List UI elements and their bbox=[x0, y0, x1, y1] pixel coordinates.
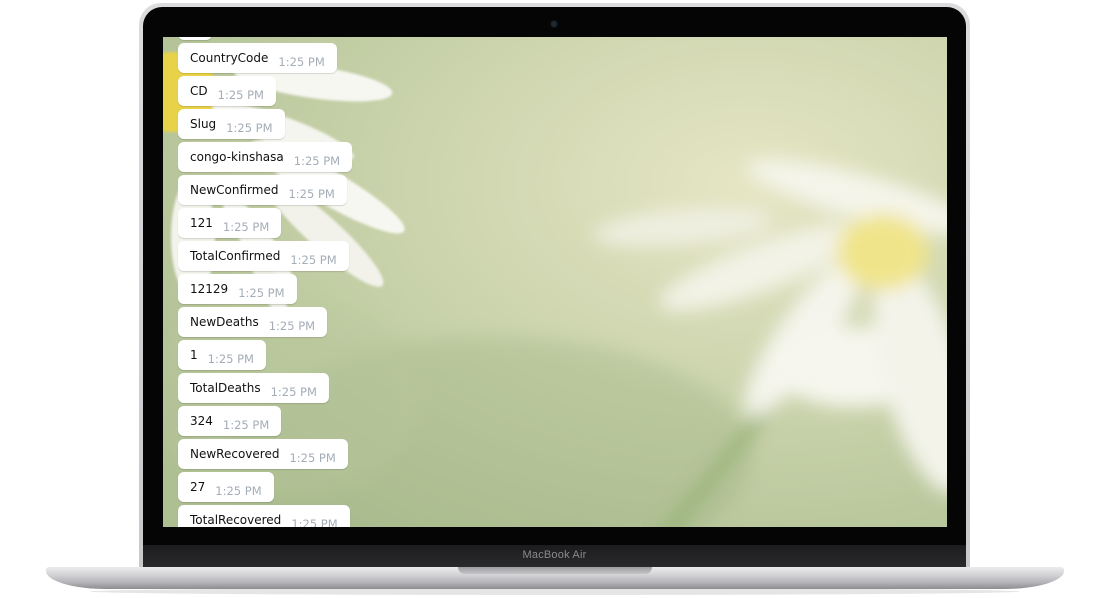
message-bubble: NewDeaths 1:25 PM bbox=[178, 307, 328, 337]
message-text: congo-kinshasa bbox=[190, 150, 284, 164]
message-time: 1:25 PM bbox=[270, 385, 317, 399]
message-text: TotalRecovered bbox=[190, 513, 282, 527]
laptop-shadow bbox=[90, 588, 1020, 595]
message-bubble: 121 1:25 PM bbox=[178, 208, 282, 238]
message-bubble bbox=[178, 37, 212, 40]
message-time: 1:25 PM bbox=[268, 319, 316, 333]
message-time: 1:25 PM bbox=[288, 187, 335, 201]
message-text: 324 bbox=[190, 414, 213, 428]
message-text: Slug bbox=[190, 117, 217, 131]
message-bubble: NewRecovered 1:25 PM bbox=[178, 439, 348, 469]
message-time: 1:25 PM bbox=[289, 451, 336, 465]
message-text: TotalConfirmed bbox=[190, 249, 281, 263]
message-text: CD bbox=[190, 84, 208, 98]
message-text: CountryCode bbox=[190, 51, 269, 65]
message-bubble: TotalConfirmed 1:25 PM bbox=[178, 241, 349, 271]
laptop-screen: CountryCode 1:25 PM CD 1:25 PM Slug 1:25 PM… bbox=[163, 37, 947, 527]
message-time: 1:25 PM bbox=[215, 484, 262, 498]
message-time: 1:25 PM bbox=[278, 55, 325, 69]
message-bubble: 27 1:25 PM bbox=[178, 472, 274, 502]
message-bubble: CountryCode 1:25 PM bbox=[178, 43, 337, 73]
message-time: 1:25 PM bbox=[290, 253, 337, 267]
message-time: 1:25 PM bbox=[217, 88, 264, 102]
message-bubble: NewConfirmed 1:25 PM bbox=[178, 175, 347, 205]
message-bubble: 1 1:25 PM bbox=[178, 340, 266, 370]
message-time: 1:25 PM bbox=[226, 121, 273, 135]
message-bubble: Slug 1:25 PM bbox=[178, 109, 285, 139]
message-bubble: 12129 1:25 PM bbox=[178, 274, 297, 304]
message-text: 121 bbox=[190, 216, 213, 230]
message-time: 1:25 PM bbox=[238, 286, 285, 300]
message-bubble: 324 1:25 PM bbox=[178, 406, 282, 436]
message-time: 1:25 PM bbox=[222, 418, 270, 432]
chat-message-list[interactable]: CountryCode 1:25 PM CD 1:25 PM Slug 1:25 PM… bbox=[178, 37, 478, 527]
message-text: NewRecovered bbox=[190, 447, 280, 461]
message-text: TotalDeaths bbox=[190, 381, 261, 395]
webcam-icon bbox=[551, 21, 557, 27]
message-bubble: congo-kinshasa 1:25 PM bbox=[178, 142, 353, 172]
message-text: 12129 bbox=[190, 282, 229, 296]
message-time: 1:25 PM bbox=[207, 352, 254, 366]
message-bubble: TotalRecovered 1:25 PM bbox=[178, 505, 350, 527]
laptop-opening-notch bbox=[458, 567, 652, 574]
message-bubble: CD 1:25 PM bbox=[178, 76, 276, 106]
message-time: 1:25 PM bbox=[291, 517, 338, 527]
message-text: NewConfirmed bbox=[190, 183, 279, 197]
device-brand-label: MacBook Air bbox=[522, 549, 587, 561]
message-bubble: TotalDeaths 1:25 PM bbox=[178, 373, 329, 403]
message-time: 1:25 PM bbox=[222, 220, 270, 234]
message-time: 1:25 PM bbox=[293, 154, 341, 168]
message-text: 1 bbox=[190, 348, 198, 362]
message-text: 27 bbox=[190, 480, 206, 494]
message-text: NewDeaths bbox=[190, 315, 259, 329]
